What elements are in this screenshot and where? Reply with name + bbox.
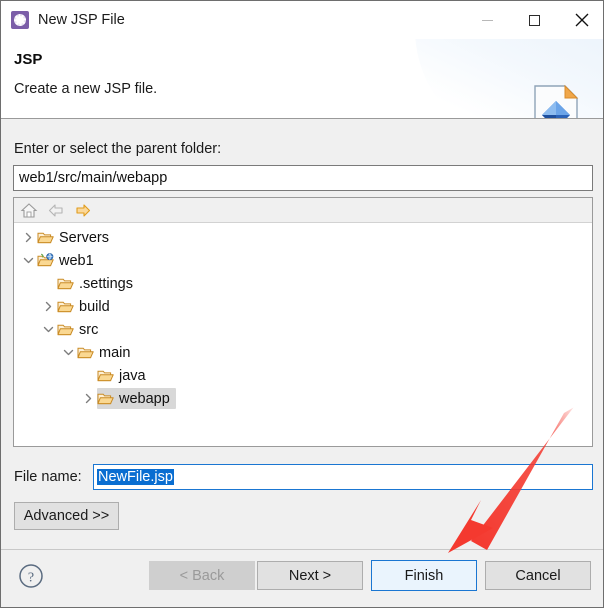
chevron-right-icon[interactable] (80, 393, 97, 404)
tree-item-webapp[interactable]: webapp (14, 387, 592, 410)
file-name-input[interactable]: NewFile.jsp (93, 464, 593, 490)
wizard-banner: JSP Create a new JSP file. (1, 39, 603, 119)
page-description: Create a new JSP file. (14, 81, 158, 97)
back-button[interactable]: < Back (149, 561, 255, 590)
chevron-right-icon[interactable] (20, 232, 37, 243)
footer-separator (1, 549, 603, 550)
tree-item-servers[interactable]: Servers (14, 226, 592, 249)
folder-tree-panel: Servers web1 .settings build src main java weba… (13, 197, 593, 447)
parent-folder-label: Enter or select the parent folder: (14, 141, 222, 157)
tree-item-java[interactable]: java (14, 364, 592, 387)
file-name-value: NewFile.jsp (97, 469, 174, 485)
tree-item-content: webapp (97, 388, 176, 409)
tree-item-label: java (119, 367, 146, 384)
tree-item-content: main (77, 345, 130, 361)
tree-item-label: main (99, 344, 131, 361)
chevron-down-icon[interactable] (20, 255, 37, 266)
tree-item-content: Servers (37, 230, 109, 246)
tree-item-label: .settings (79, 275, 133, 292)
parent-folder-input[interactable]: web1/src/main/webapp (13, 165, 593, 191)
minimize-icon[interactable] (464, 1, 511, 39)
page-title: JSP (14, 51, 43, 68)
jsp-file-icon (534, 84, 579, 118)
tree-item-web1[interactable]: web1 (14, 249, 592, 272)
tree-item-content: .settings (57, 276, 133, 292)
jsp-wizard-icon (11, 11, 29, 29)
tree-item-src[interactable]: src (14, 318, 592, 341)
chevron-down-icon[interactable] (60, 347, 77, 358)
tree-item-label: webapp (119, 390, 170, 407)
tree-item-content: build (57, 299, 110, 315)
tree-item-settings[interactable]: .settings (14, 272, 592, 295)
help-icon[interactable]: ? (18, 563, 44, 589)
cancel-button[interactable]: Cancel (485, 561, 591, 590)
forward-arrow-icon[interactable] (74, 202, 92, 219)
folder-icon (77, 347, 94, 359)
tree-item-content: java (97, 368, 146, 384)
folder-tree[interactable]: Servers web1 .settings build src main java weba… (14, 223, 592, 445)
tree-item-content: src (57, 322, 98, 338)
folder-icon (57, 324, 74, 336)
folder-icon (37, 232, 54, 244)
tree-item-label: src (79, 321, 99, 338)
finish-button[interactable]: Finish (371, 560, 477, 591)
new-jsp-file-dialog: New JSP File JSP Create a new JSP file. (0, 0, 604, 608)
folder-icon (57, 278, 74, 290)
tree-item-label: Servers (59, 229, 109, 246)
tree-item-label: web1 (59, 252, 94, 269)
project-icon (37, 253, 54, 267)
file-name-label: File name: (14, 469, 82, 485)
home-icon (20, 202, 38, 218)
title-bar: New JSP File (1, 1, 603, 39)
folder-icon (97, 370, 114, 382)
folder-icon (97, 393, 114, 405)
maximize-icon[interactable] (511, 1, 558, 39)
folder-icon (57, 301, 74, 313)
advanced-button[interactable]: Advanced >> (14, 502, 119, 530)
svg-text:?: ? (28, 571, 34, 586)
tree-item-label: build (79, 298, 110, 315)
tree-item-content: web1 (37, 253, 94, 269)
tree-item-main[interactable]: main (14, 341, 592, 364)
window-controls (464, 1, 603, 39)
chevron-down-icon[interactable] (40, 324, 57, 335)
close-icon[interactable] (558, 1, 603, 39)
chevron-right-icon[interactable] (40, 301, 57, 312)
tree-item-build[interactable]: build (14, 295, 592, 318)
tree-toolbar (14, 198, 592, 223)
back-arrow-icon (48, 203, 63, 217)
next-button[interactable]: Next > (257, 561, 363, 590)
window-title: New JSP File (38, 12, 125, 28)
